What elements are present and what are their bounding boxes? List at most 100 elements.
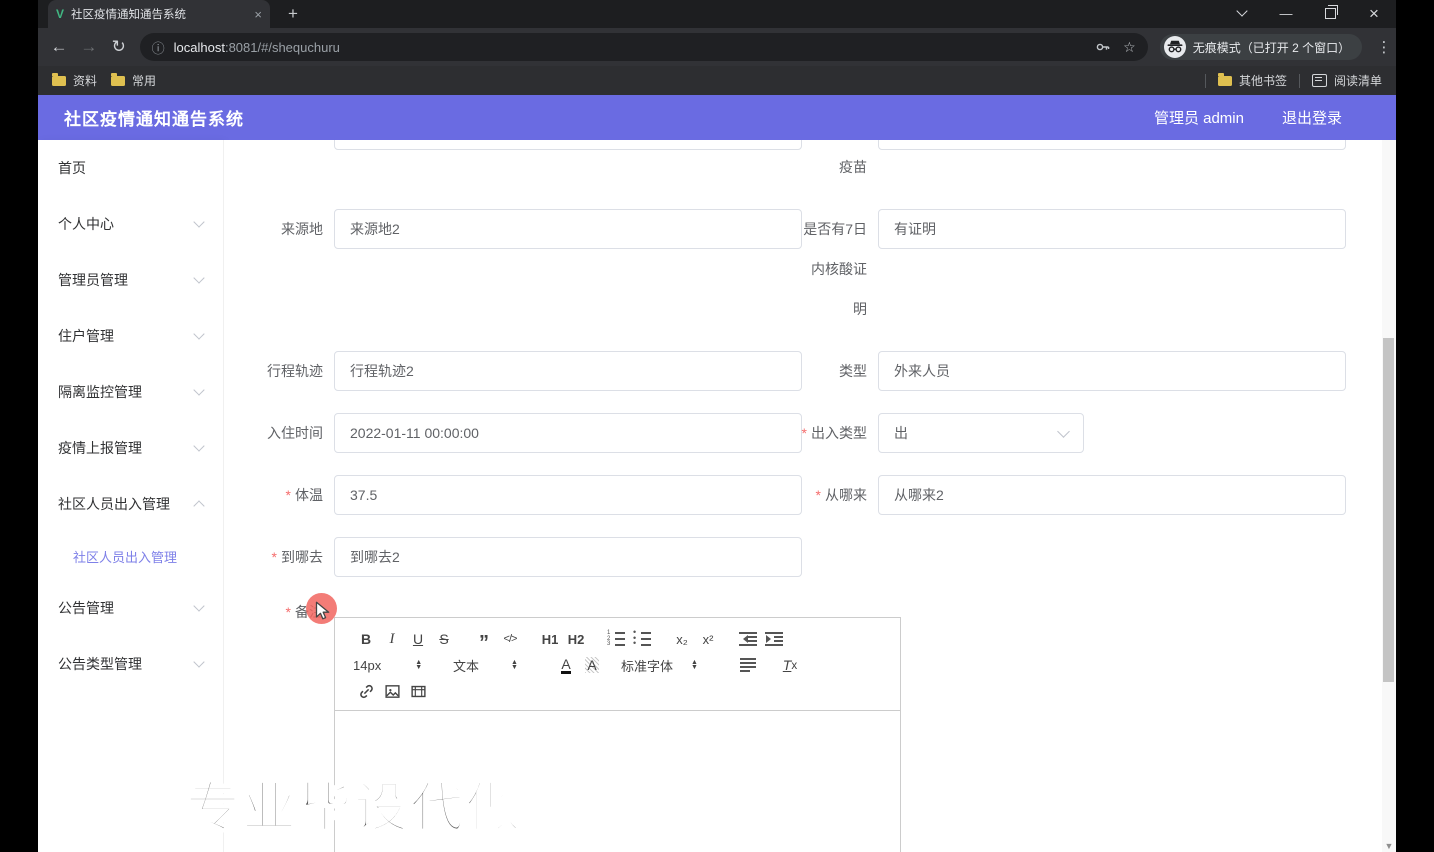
bookmark-star-icon[interactable]: ☆ bbox=[1123, 39, 1136, 56]
strikethrough-icon[interactable]: S bbox=[431, 628, 457, 650]
chevron-down-icon bbox=[193, 384, 205, 396]
clean-format-icon[interactable]: Tx bbox=[777, 654, 803, 676]
cert-label: 是否有7日 内核酸证明 bbox=[803, 221, 867, 317]
ordered-list-icon[interactable] bbox=[603, 628, 629, 650]
logout-link[interactable]: 退出登录 bbox=[1282, 107, 1342, 128]
subscript-icon[interactable]: x₂ bbox=[669, 628, 695, 650]
sidebar-item-personal-center[interactable]: 个人中心 bbox=[38, 196, 223, 252]
align-icon[interactable] bbox=[735, 654, 761, 676]
superscript-icon[interactable]: x² bbox=[695, 628, 721, 650]
sidebar-item-access-management[interactable]: 社区人员出入管理 bbox=[38, 476, 223, 532]
sidebar-item-resident-management[interactable]: 住户管理 bbox=[38, 308, 223, 364]
sidebar-item-quarantine-monitor[interactable]: 隔离监控管理 bbox=[38, 364, 223, 420]
header-2-icon[interactable]: H2 bbox=[563, 628, 589, 650]
site-info-icon[interactable]: ⓘ bbox=[152, 38, 165, 57]
forward-icon[interactable]: → bbox=[74, 37, 104, 57]
to-input[interactable] bbox=[334, 537, 802, 577]
blockquote-icon[interactable]: ” bbox=[471, 632, 497, 654]
type-input[interactable] bbox=[878, 351, 1346, 391]
track-label: 行程轨迹 bbox=[267, 363, 323, 379]
cert-input[interactable] bbox=[878, 209, 1346, 249]
from-input[interactable] bbox=[878, 475, 1346, 515]
other-bookmarks[interactable]: 其他书签 bbox=[1217, 72, 1287, 89]
to-label: * 到哪去 bbox=[271, 549, 323, 565]
chevron-down-icon bbox=[193, 600, 205, 612]
scrollbar-track[interactable]: ▼ bbox=[1382, 140, 1396, 852]
watermark-text: 专业毕设代做 bbox=[185, 775, 522, 840]
clipped-input-left[interactable] bbox=[334, 140, 802, 150]
track-input[interactable] bbox=[334, 351, 802, 391]
inout-select[interactable]: 出 bbox=[878, 413, 1084, 453]
window-menu-icon[interactable] bbox=[1220, 0, 1264, 28]
tab-close-icon[interactable]: × bbox=[254, 7, 262, 22]
underline-icon[interactable]: U bbox=[405, 628, 431, 650]
chevron-down-icon bbox=[193, 328, 205, 340]
chevron-up-icon bbox=[193, 500, 205, 512]
url-rest: :8081/#/shequchuru bbox=[224, 39, 340, 55]
close-button[interactable]: × bbox=[1352, 0, 1396, 28]
font-size-picker[interactable]: 14px ▲ ▼ bbox=[353, 658, 435, 673]
type-label: 类型 bbox=[839, 363, 867, 379]
checkin-input[interactable] bbox=[334, 413, 802, 453]
folder-icon bbox=[52, 72, 66, 86]
tab-strip: V 社区疫情通知通告系统 × + — × bbox=[38, 0, 1396, 28]
chevron-down-icon bbox=[193, 656, 205, 668]
link-icon[interactable] bbox=[353, 680, 379, 702]
source-label: 来源地 bbox=[281, 221, 323, 237]
app-title: 社区疫情通知通告系统 bbox=[64, 110, 244, 129]
scrollbar-thumb[interactable] bbox=[1383, 338, 1394, 682]
bookmark-folder-2[interactable]: 常用 bbox=[111, 72, 156, 89]
video-icon[interactable] bbox=[405, 680, 431, 702]
font-family-picker[interactable]: 标准字体 ▲ ▼ bbox=[621, 656, 717, 675]
sidebar-item-epidemic-report[interactable]: 疫情上报管理 bbox=[38, 420, 223, 476]
source-input[interactable] bbox=[334, 209, 802, 249]
header-1-icon[interactable]: H1 bbox=[537, 628, 563, 650]
italic-icon[interactable]: I bbox=[379, 628, 405, 650]
bold-icon[interactable]: B bbox=[353, 628, 379, 650]
bullet-list-icon[interactable] bbox=[629, 628, 655, 650]
browser-menu-icon[interactable]: ⋮ bbox=[1372, 38, 1396, 56]
restore-button[interactable] bbox=[1308, 0, 1352, 28]
incognito-badge[interactable]: 无痕模式（已打开 2 个窗口） bbox=[1159, 34, 1363, 60]
text-style-picker[interactable]: 文本 ▲ ▼ bbox=[453, 656, 539, 675]
vaccine-input-clipped[interactable] bbox=[878, 140, 1346, 150]
folder-icon bbox=[111, 72, 126, 86]
temp-input[interactable] bbox=[334, 475, 802, 515]
divider bbox=[1298, 73, 1300, 88]
sidebar-item-notice-type-management[interactable]: 公告类型管理 bbox=[38, 636, 223, 692]
bookmark-folder-1[interactable]: 资料 bbox=[52, 72, 97, 89]
mouse-cursor-icon bbox=[315, 601, 330, 620]
background-color-icon[interactable]: A bbox=[579, 654, 605, 676]
editor-toolbar: B I U S ” </> H1 H2 1 2 3 • • • x₂ x² 14… bbox=[335, 618, 900, 711]
from-label: * 从哪来 bbox=[815, 487, 867, 503]
form-content: 疫苗 来源地 是否有7日内核酸证明 行程轨迹 类型 入住时间 bbox=[224, 140, 1396, 852]
sidebar-item-admin-management[interactable]: 管理员管理 bbox=[38, 252, 223, 308]
user-info[interactable]: 管理员 admin bbox=[1154, 107, 1244, 128]
new-tab-button[interactable]: + bbox=[288, 4, 298, 24]
code-block-icon[interactable]: </> bbox=[497, 628, 523, 650]
address-bar[interactable]: ⓘ localhost:8081/#/shequchuru ☆ bbox=[139, 33, 1148, 61]
minimize-button[interactable]: — bbox=[1264, 0, 1308, 28]
refresh-icon[interactable]: ↻ bbox=[104, 37, 134, 57]
text-color-icon[interactable]: A bbox=[553, 654, 579, 676]
password-key-icon[interactable] bbox=[1095, 39, 1111, 55]
scrollbar-down-arrow[interactable]: ▼ bbox=[1382, 841, 1396, 851]
sidebar-item-home[interactable]: 首页 bbox=[38, 140, 223, 196]
window-controls: — × bbox=[1220, 0, 1396, 28]
browser-tab[interactable]: V 社区疫情通知通告系统 × bbox=[48, 0, 270, 28]
bookmarks-bar: 资料 常用 其他书签 阅读清单 bbox=[38, 66, 1396, 95]
sidebar-subitem-access-management-active[interactable]: 社区人员出入管理 bbox=[38, 532, 223, 580]
indent-icon[interactable] bbox=[761, 628, 787, 650]
divider bbox=[1204, 73, 1206, 88]
outdent-icon[interactable] bbox=[735, 628, 761, 650]
chevron-down-icon bbox=[193, 440, 205, 452]
web-page: 社区疫情通知通告系统 管理员 admin 退出登录 首页 个人中心 管理员管理 … bbox=[38, 95, 1396, 852]
image-icon[interactable] bbox=[379, 680, 405, 702]
folder-icon bbox=[1217, 72, 1232, 86]
reading-list[interactable]: 阅读清单 bbox=[1311, 72, 1382, 89]
back-icon[interactable]: ← bbox=[44, 37, 74, 57]
url-text: localhost:8081/#/shequchuru bbox=[174, 40, 1084, 55]
select-arrow-icon bbox=[1057, 424, 1070, 438]
app-header: 社区疫情通知通告系统 管理员 admin 退出登录 bbox=[38, 95, 1396, 140]
sidebar-item-notice-management[interactable]: 公告管理 bbox=[38, 580, 223, 636]
